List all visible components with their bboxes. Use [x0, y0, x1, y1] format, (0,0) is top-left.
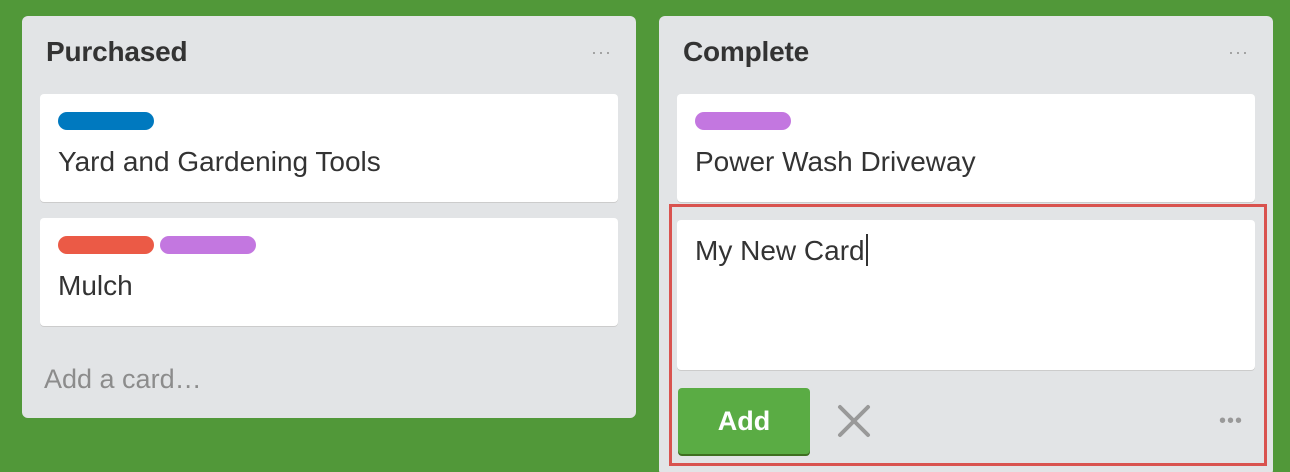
- composer-options-button[interactable]: •••: [1219, 410, 1243, 433]
- text-caret: [865, 234, 868, 266]
- list-purchased: Purchased ··· Yard and Gardening Tools M…: [22, 16, 636, 418]
- list-menu-button[interactable]: ···: [1228, 42, 1249, 63]
- card-title: Power Wash Driveway: [695, 146, 976, 177]
- list-title[interactable]: Purchased: [46, 36, 188, 68]
- add-button[interactable]: Add: [678, 388, 810, 454]
- list-menu-button[interactable]: ···: [591, 42, 612, 63]
- new-card-input-value: My New Card: [695, 235, 865, 266]
- label-purple: [695, 112, 791, 130]
- card-title: Mulch: [58, 270, 133, 301]
- label-purple: [160, 236, 256, 254]
- card-power-wash-driveway[interactable]: Power Wash Driveway: [677, 94, 1255, 202]
- add-card-link[interactable]: Add a card…: [44, 364, 202, 395]
- card-mulch[interactable]: Mulch: [40, 218, 618, 326]
- close-icon[interactable]: [835, 402, 873, 440]
- card-labels: [58, 112, 154, 130]
- new-card-input[interactable]: My New Card: [677, 220, 1255, 370]
- label-blue: [58, 112, 154, 130]
- card-labels: [58, 236, 256, 254]
- list-complete: Complete ··· Power Wash Driveway My New …: [659, 16, 1273, 472]
- list-title[interactable]: Complete: [683, 36, 809, 68]
- label-red: [58, 236, 154, 254]
- card-labels: [695, 112, 791, 130]
- card-yard-and-gardening-tools[interactable]: Yard and Gardening Tools: [40, 94, 618, 202]
- card-title: Yard and Gardening Tools: [58, 146, 381, 177]
